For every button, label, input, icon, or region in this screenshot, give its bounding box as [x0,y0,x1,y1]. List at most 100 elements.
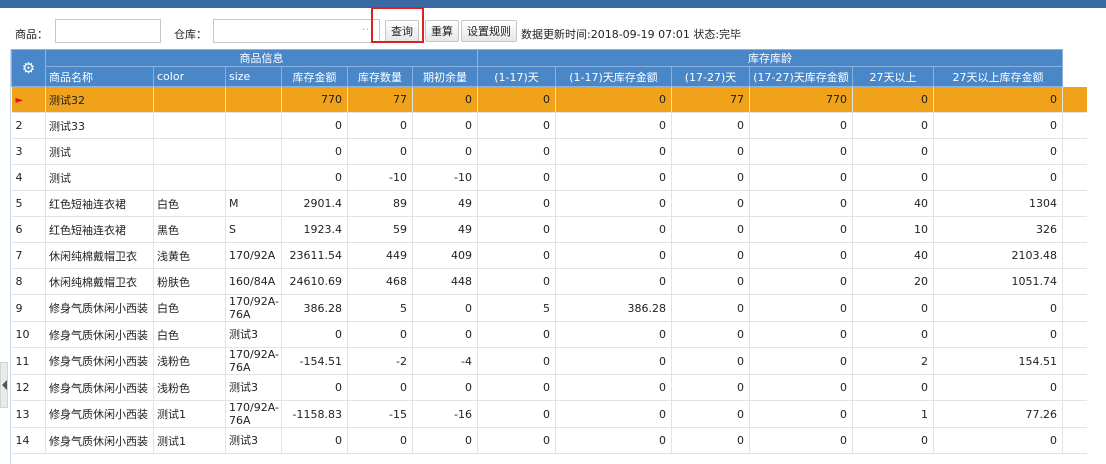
column-header[interactable]: 期初余量 [412,66,478,87]
cell-amount[interactable]: 386.28 [281,294,348,322]
cell-amount[interactable]: 770 [281,86,348,113]
cell-d17-27[interactable]: 0 [671,321,750,348]
cell-size[interactable]: 160/84A [225,268,282,295]
cell-name[interactable]: 红色短袖连衣裙 [45,216,154,243]
cell-d27-amt[interactable]: 0 [933,112,1063,139]
cell-d27-amt[interactable]: 154.51 [933,347,1063,375]
cell-d17-27-amt[interactable]: 0 [749,112,853,139]
cell-d27-amt[interactable]: 2103.48 [933,242,1063,269]
cell-d17-27[interactable]: 0 [671,112,750,139]
cell-d17-27-amt[interactable]: 0 [749,347,853,375]
column-header[interactable]: 商品名称 [45,66,154,87]
cell-d17-27-amt[interactable]: 0 [749,190,853,217]
cell-d17-27-amt[interactable]: 770 [749,86,853,113]
table-row[interactable]: 14 修身气质休闲小西装 测试1 测试3 0 0 0 0 0 0 0 0 0 [11,427,1088,454]
column-header[interactable]: 库存数量 [347,66,413,87]
cell-size[interactable]: 170/92A-76A [225,400,282,428]
cell-qty[interactable]: 449 [347,242,413,269]
cell-initial[interactable]: 0 [412,321,478,348]
cell-d1-17-amt[interactable]: 0 [555,242,672,269]
cell-color[interactable]: 浅粉色 [153,374,226,401]
cell-d17-27[interactable]: 0 [671,216,750,243]
cell-amount[interactable]: 0 [281,374,348,401]
cell-amount[interactable]: -154.51 [281,347,348,375]
cell-initial[interactable]: 409 [412,242,478,269]
selected-row-marker[interactable]: ► [11,86,46,113]
row-number[interactable]: 6 [11,216,46,243]
cell-color[interactable]: 黑色 [153,216,226,243]
cell-name[interactable]: 修身气质休闲小西装 [45,294,154,322]
table-row[interactable]: 2 测试33 0 0 0 0 0 0 0 0 0 [11,112,1088,139]
cell-size[interactable] [225,164,282,191]
cell-d17-27[interactable]: 0 [671,427,750,454]
cell-amount[interactable]: 24610.69 [281,268,348,295]
cell-d27-amt[interactable]: 0 [933,321,1063,348]
cell-d27[interactable]: 0 [852,86,934,113]
cell-d27[interactable]: 0 [852,321,934,348]
cell-size[interactable] [225,138,282,165]
cell-d17-27-amt[interactable]: 0 [749,400,853,428]
product-input[interactable] [55,19,161,43]
cell-d1-17-amt[interactable]: 0 [555,190,672,217]
cell-initial[interactable]: 0 [412,374,478,401]
cell-d17-27-amt[interactable]: 0 [749,294,853,322]
cell-d27[interactable]: 0 [852,112,934,139]
row-number[interactable]: 3 [11,138,46,165]
cell-d27-amt[interactable]: 77.26 [933,400,1063,428]
cell-d1-17[interactable]: 0 [477,164,556,191]
cell-d1-17-amt[interactable]: 0 [555,400,672,428]
cell-initial[interactable]: 448 [412,268,478,295]
cell-qty[interactable]: 0 [347,112,413,139]
cell-d17-27-amt[interactable]: 0 [749,242,853,269]
table-row[interactable]: ► 测试32 770 77 0 0 0 77 770 0 0 [11,86,1088,113]
cell-name[interactable]: 测试 [45,138,154,165]
cell-d27[interactable]: 2 [852,347,934,375]
cell-d17-27[interactable]: 0 [671,347,750,375]
cell-d27-amt[interactable]: 0 [933,164,1063,191]
table-row[interactable]: 3 测试 0 0 0 0 0 0 0 0 0 [11,138,1088,165]
cell-d27[interactable]: 0 [852,138,934,165]
grid-settings-button[interactable]: ⚙ [11,49,46,87]
table-row[interactable]: 7 休闲纯棉戴帽卫衣 浅黄色 170/92A 23611.54 449 409 0 0 0 0 40 2… [11,242,1088,269]
row-number[interactable]: 12 [11,374,46,401]
cell-d17-27[interactable]: 0 [671,190,750,217]
cell-initial[interactable]: 0 [412,86,478,113]
cell-amount[interactable]: 1923.4 [281,216,348,243]
cell-name[interactable]: 修身气质休闲小西装 [45,400,154,428]
warehouse-picker-icon[interactable]: ··· [362,25,375,36]
table-row[interactable]: 10 修身气质休闲小西装 白色 测试3 0 0 0 0 0 0 0 0 0 [11,321,1088,348]
table-row[interactable]: 11 修身气质休闲小西装 浅粉色 170/92A-76A -154.51 -2 -4 0 0 0 0… [11,347,1088,375]
cell-initial[interactable]: -16 [412,400,478,428]
cell-d1-17-amt[interactable]: 0 [555,321,672,348]
cell-qty[interactable]: 89 [347,190,413,217]
cell-name[interactable]: 测试33 [45,112,154,139]
cell-qty[interactable]: 77 [347,86,413,113]
cell-d27-amt[interactable]: 326 [933,216,1063,243]
warehouse-input[interactable] [213,19,380,43]
cell-d27[interactable]: 40 [852,242,934,269]
cell-color[interactable]: 测试1 [153,427,226,454]
column-header[interactable]: 27天以上 [852,66,934,87]
row-number[interactable]: 4 [11,164,46,191]
cell-color[interactable] [153,86,226,113]
cell-d1-17-amt[interactable]: 0 [555,164,672,191]
column-header[interactable]: (1-17)天 [477,66,556,87]
cell-d1-17[interactable]: 5 [477,294,556,322]
cell-amount[interactable]: 2901.4 [281,190,348,217]
cell-d27-amt[interactable]: 1304 [933,190,1063,217]
table-row[interactable]: 8 休闲纯棉戴帽卫衣 粉肤色 160/84A 24610.69 468 448 0 0 0 0 20 1… [11,268,1088,295]
cell-d27[interactable]: 0 [852,164,934,191]
cell-d17-27[interactable]: 0 [671,164,750,191]
row-number[interactable]: 7 [11,242,46,269]
cell-d27-amt[interactable]: 0 [933,86,1063,113]
cell-color[interactable]: 浅粉色 [153,347,226,375]
cell-d17-27[interactable]: 0 [671,138,750,165]
cell-d27-amt[interactable]: 0 [933,374,1063,401]
cell-color[interactable] [153,138,226,165]
cell-initial[interactable]: 49 [412,216,478,243]
row-number[interactable]: 14 [11,427,46,454]
cell-d17-27-amt[interactable]: 0 [749,216,853,243]
set-rules-button[interactable]: 设置规则 [461,20,517,42]
cell-d17-27[interactable]: 0 [671,268,750,295]
cell-d27[interactable]: 10 [852,216,934,243]
